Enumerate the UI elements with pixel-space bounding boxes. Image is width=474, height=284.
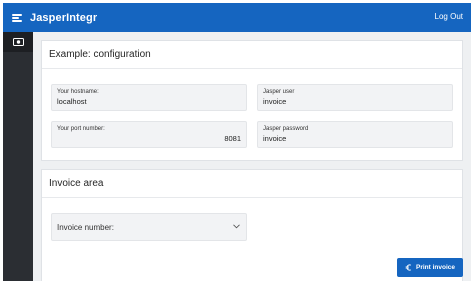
- main-content: Example: configuration Your hostname: lo…: [33, 32, 471, 281]
- invoice-area-title: Invoice area: [42, 170, 462, 198]
- port-number-value: 8081: [224, 134, 241, 143]
- top-navigation-bar: JasperIntegr Log Out: [3, 3, 471, 32]
- print-invoice-label: Print invoice: [415, 264, 455, 271]
- hostname-field[interactable]: Your hostname: localhost: [51, 84, 247, 111]
- jasper-user-field[interactable]: Jasper user invoice: [257, 84, 453, 111]
- euro-icon: [405, 264, 411, 271]
- port-number-label: Your port number:: [57, 126, 105, 132]
- jasper-password-label: Jasper password: [263, 126, 309, 132]
- logout-link[interactable]: Log Out: [435, 12, 463, 21]
- jasper-password-field[interactable]: Jasper password invoice: [257, 121, 453, 148]
- print-invoice-button[interactable]: Print invoice: [397, 258, 463, 277]
- invoice-area-card: Invoice area Invoice number: Print invoi…: [41, 169, 463, 281]
- chevron-down-icon: [233, 224, 240, 229]
- jasper-password-value: invoice: [263, 134, 287, 143]
- hamburger-menu-icon[interactable]: [12, 13, 22, 22]
- app-window: JasperIntegr Log Out Example: configurat…: [3, 3, 471, 281]
- jasper-user-value: invoice: [263, 97, 287, 106]
- app-title[interactable]: JasperIntegr: [30, 12, 97, 24]
- sidebar-item-invoices[interactable]: [3, 32, 33, 52]
- invoice-number-select[interactable]: Invoice number:: [51, 213, 247, 241]
- hostname-label: Your hostname:: [57, 89, 99, 95]
- configuration-card: Example: configuration Your hostname: lo…: [41, 40, 463, 161]
- invoice-number-label: Invoice number:: [57, 223, 114, 232]
- port-number-field[interactable]: Your port number: 8081: [51, 121, 247, 148]
- sidebar: [3, 32, 33, 281]
- configuration-card-title: Example: configuration: [42, 41, 462, 69]
- jasper-user-label: Jasper user: [263, 89, 295, 95]
- money-icon: [12, 38, 24, 46]
- hostname-value: localhost: [57, 97, 87, 106]
